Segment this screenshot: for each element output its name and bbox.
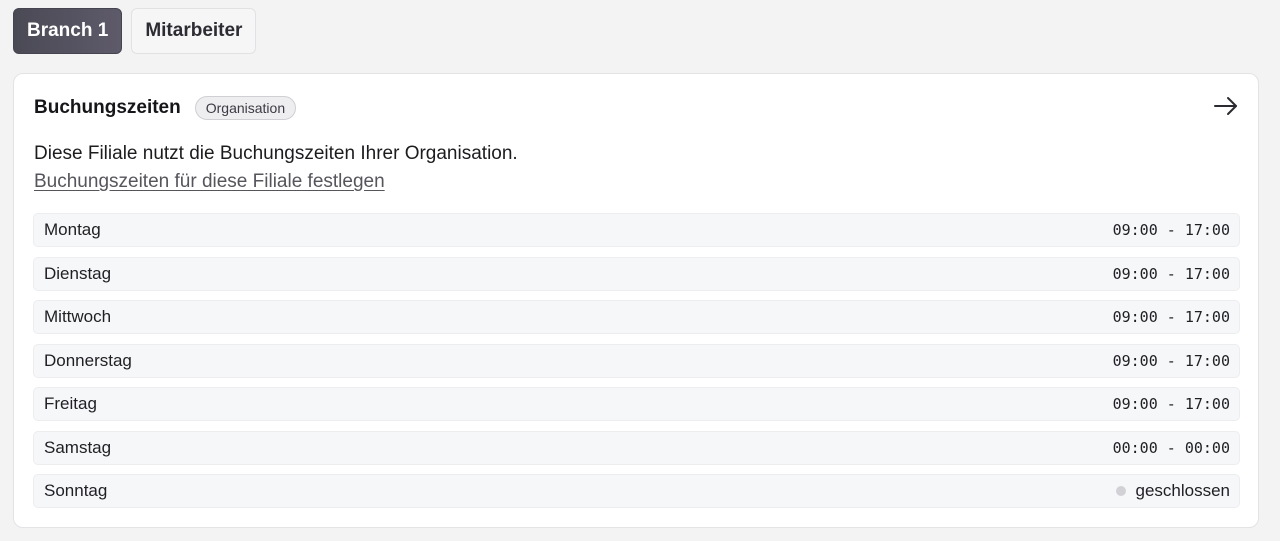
day-name: Samstag xyxy=(44,437,112,457)
day-hours: 09:00 - 17:00 xyxy=(1112,351,1230,370)
day-row-donnerstag: Donnerstag 09:00 - 17:00 xyxy=(33,343,1240,378)
day-hours: 09:00 - 17:00 xyxy=(1112,308,1230,326)
day-hours: 00:00 - 00:00 xyxy=(1112,438,1230,457)
day-name: Montag xyxy=(44,220,101,239)
card-title: Buchungszeiten xyxy=(34,97,181,118)
arrow-right-icon[interactable] xyxy=(1212,94,1240,118)
day-row-montag: Montag 09:00 - 17:00 xyxy=(33,213,1240,247)
closed-status: geschlossen xyxy=(1116,481,1230,501)
closed-label: geschlossen xyxy=(1135,481,1230,500)
day-hours: 09:00 - 17:00 xyxy=(1112,264,1230,283)
day-row-mittwoch: Mittwoch 09:00 - 17:00 xyxy=(33,300,1240,334)
organisation-badge: Organisation xyxy=(194,96,297,120)
tab-branch-1[interactable]: Branch 1 xyxy=(13,8,123,54)
set-branch-times-link[interactable]: Buchungszeiten für diese Filiale festleg… xyxy=(34,171,385,193)
day-name: Mittwoch xyxy=(44,307,112,326)
day-list: Montag 09:00 - 17:00 Dienstag 09:00 - 17… xyxy=(33,213,1240,518)
status-dot-icon xyxy=(1116,486,1127,496)
day-name: Dienstag xyxy=(44,263,112,283)
day-name: Donnerstag xyxy=(44,350,132,370)
tab-bar: Branch 1 Mitarbeiter xyxy=(13,8,257,54)
card-header: Buchungszeiten Organisation xyxy=(34,96,297,120)
day-row-samstag: Samstag 00:00 - 00:00 xyxy=(33,430,1240,465)
day-row-dienstag: Dienstag 09:00 - 17:00 xyxy=(33,256,1240,291)
tab-mitarbeiter[interactable]: Mitarbeiter xyxy=(131,8,257,54)
card-description: Diese Filiale nutzt die Buchungszeiten I… xyxy=(34,143,518,164)
day-name: Freitag xyxy=(44,394,97,413)
day-hours: 09:00 - 17:00 xyxy=(1112,221,1230,239)
day-row-sonntag: Sonntag geschlossen xyxy=(33,474,1240,508)
day-hours: 09:00 - 17:00 xyxy=(1112,395,1230,413)
booking-times-card: Buchungszeiten Organisation Diese Filial… xyxy=(13,73,1259,528)
day-row-freitag: Freitag 09:00 - 17:00 xyxy=(33,387,1240,421)
day-name: Sonntag xyxy=(44,481,108,500)
